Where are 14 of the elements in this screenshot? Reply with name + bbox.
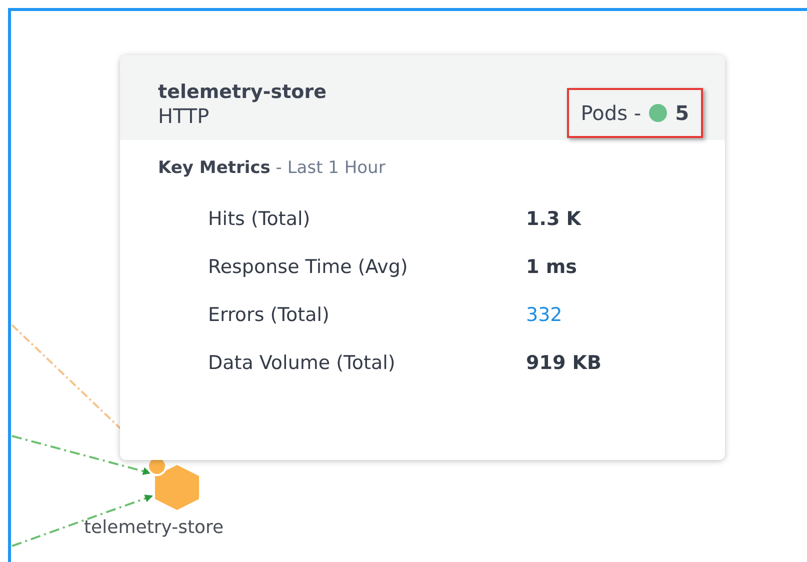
service-name: telemetry-store [158,81,326,104]
protocol-label: HTTP [158,104,210,130]
node-label: telemetry-store [84,516,224,540]
metric-label: Hits (Total) [208,207,312,232]
metric-label: Data Volume (Total) [208,351,396,376]
metric-value: 1.3 K [526,207,581,232]
metric-value: 1 ms [526,255,577,280]
pods-label: Pods - [580,100,642,127]
metric-link[interactable]: 332 [526,301,562,330]
metric-label: Response Time (Avg) [208,255,409,280]
metric-label: Errors (Total) [208,303,330,328]
metric-value: 919 KB [526,351,602,376]
section-heading: Key Metrics - Last 1 Hour [157,157,386,180]
pods-count: 5 [675,100,689,127]
